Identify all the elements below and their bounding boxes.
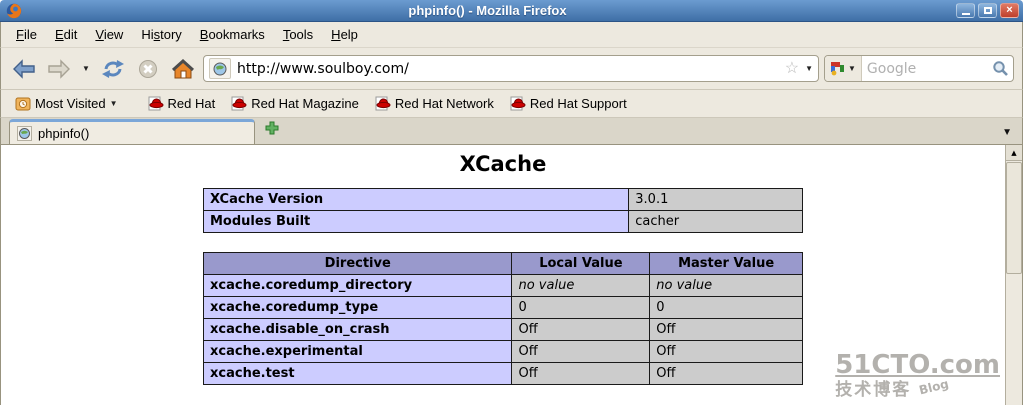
- table-row: xcache.coredump_directory no value no va…: [204, 275, 803, 297]
- tab-favicon: [17, 126, 32, 141]
- folder-icon: [15, 97, 31, 111]
- info-value: 3.0.1: [629, 189, 803, 211]
- history-dropdown-button[interactable]: ▼: [79, 54, 93, 84]
- column-header: Directive: [204, 253, 512, 275]
- bookmark-label: Red Hat Magazine: [251, 96, 359, 111]
- forward-icon: [47, 59, 71, 79]
- red-hat-icon: [231, 96, 247, 111]
- menu-file[interactable]: File: [7, 23, 46, 46]
- reload-icon: [101, 59, 125, 79]
- scroll-up-button[interactable]: ▲: [1006, 145, 1022, 161]
- tab-phpinfo[interactable]: phpinfo(): [9, 119, 255, 144]
- table-row: xcache.coredump_type 0 0: [204, 297, 803, 319]
- column-header: Master Value: [650, 253, 803, 275]
- scroll-up-icon: ▲: [1011, 149, 1016, 157]
- vertical-scrollbar[interactable]: ▲: [1005, 145, 1022, 405]
- home-icon: [171, 59, 195, 79]
- stop-button[interactable]: [133, 54, 163, 84]
- tab-label: phpinfo(): [38, 126, 89, 141]
- red-hat-icon: [148, 96, 164, 111]
- menu-edit[interactable]: Edit: [46, 23, 86, 46]
- engine-dropdown-icon: ▼: [848, 64, 856, 73]
- browser-window: phpinfo() - Mozilla Firefox × File Edit …: [0, 0, 1023, 405]
- table-header-row: Directive Local Value Master Value: [204, 253, 803, 275]
- bookmark-label: Red Hat Support: [530, 96, 627, 111]
- back-icon: [12, 59, 36, 79]
- maximize-button[interactable]: [978, 3, 997, 18]
- watermark-brand: 51CTO.com: [835, 351, 1000, 381]
- red-hat-icon: [375, 96, 391, 111]
- reload-button[interactable]: [98, 54, 128, 84]
- xcache-info-table: XCache Version 3.0.1 Modules Built cache…: [203, 188, 803, 233]
- chevron-down-icon: ▼: [110, 99, 118, 108]
- bookmark-label: Red Hat Network: [395, 96, 494, 111]
- bookmark-red-hat-support[interactable]: Red Hat Support: [504, 93, 633, 114]
- search-input[interactable]: [862, 61, 992, 77]
- search-bar[interactable]: ▼: [824, 55, 1014, 82]
- info-label: Modules Built: [204, 211, 629, 233]
- red-hat-icon: [510, 96, 526, 111]
- page-globe-icon: [213, 62, 227, 76]
- url-bar[interactable]: ☆ ▼: [203, 55, 819, 82]
- close-icon: ×: [1006, 5, 1012, 16]
- table-row: XCache Version 3.0.1: [204, 189, 803, 211]
- forward-button[interactable]: [44, 54, 74, 84]
- site-identity-box[interactable]: [209, 58, 231, 79]
- home-button[interactable]: [168, 54, 198, 84]
- watermark-caption: 技术博客: [835, 381, 911, 401]
- menu-tools[interactable]: Tools: [274, 23, 322, 46]
- scrollbar-thumb[interactable]: [1006, 162, 1022, 274]
- menu-help[interactable]: Help: [322, 23, 367, 46]
- chevron-down-icon: ▼: [82, 64, 90, 73]
- menu-view[interactable]: View: [86, 23, 132, 46]
- bookmark-label: Most Visited: [35, 96, 106, 111]
- tab-bar: phpinfo() ▼: [0, 118, 1023, 145]
- firefox-icon: [6, 3, 22, 19]
- menu-history[interactable]: History: [132, 23, 190, 46]
- bookmarks-toolbar: Most Visited ▼ Red Hat Red Hat Magazine: [0, 90, 1023, 118]
- phpinfo-page: XCache XCache Version 3.0.1 Modules Buil…: [1, 145, 1005, 385]
- menu-bar: File Edit View History Bookmarks Tools H…: [0, 22, 1023, 48]
- watermark: 51CTO.com 技术博客 Blog: [835, 351, 1000, 401]
- info-value: cacher: [629, 211, 803, 233]
- bookmark-star-icon[interactable]: ☆: [785, 61, 799, 77]
- menu-bookmarks[interactable]: Bookmarks: [191, 23, 274, 46]
- search-engine-selector[interactable]: ▼: [825, 56, 862, 81]
- xcache-directives-table: Directive Local Value Master Value xcach…: [203, 252, 803, 385]
- title-bar: phpinfo() - Mozilla Firefox ×: [0, 0, 1023, 22]
- plus-icon: [265, 121, 279, 135]
- column-header: Local Value: [512, 253, 650, 275]
- table-row: xcache.test Off Off: [204, 363, 803, 385]
- bookmark-label: Red Hat: [168, 96, 216, 111]
- table-row: xcache.disable_on_crash Off Off: [204, 319, 803, 341]
- list-all-tabs-button[interactable]: ▼: [1002, 127, 1012, 138]
- url-dropdown-icon[interactable]: ▼: [805, 64, 813, 73]
- maximize-icon: [984, 7, 992, 14]
- minimize-button[interactable]: [956, 3, 975, 18]
- page-title: XCache: [1, 152, 1005, 176]
- search-icon[interactable]: [992, 60, 1009, 77]
- url-input[interactable]: [237, 61, 779, 77]
- bookmark-red-hat-magazine[interactable]: Red Hat Magazine: [225, 93, 365, 114]
- table-row: Modules Built cacher: [204, 211, 803, 233]
- bookmark-red-hat[interactable]: Red Hat: [142, 93, 222, 114]
- bookmark-red-hat-network[interactable]: Red Hat Network: [369, 93, 500, 114]
- table-row: xcache.experimental Off Off: [204, 341, 803, 363]
- bookmark-most-visited[interactable]: Most Visited ▼: [9, 93, 124, 114]
- info-label: XCache Version: [204, 189, 629, 211]
- google-icon: [830, 61, 845, 76]
- browser-content: XCache XCache Version 3.0.1 Modules Buil…: [0, 145, 1023, 405]
- stop-icon: [138, 59, 158, 79]
- navigation-toolbar: ▼: [0, 48, 1023, 90]
- minimize-icon: [962, 13, 970, 15]
- close-button[interactable]: ×: [1000, 3, 1019, 18]
- back-button[interactable]: [9, 54, 39, 84]
- new-tab-button[interactable]: [265, 121, 279, 140]
- window-title: phpinfo() - Mozilla Firefox: [22, 3, 953, 18]
